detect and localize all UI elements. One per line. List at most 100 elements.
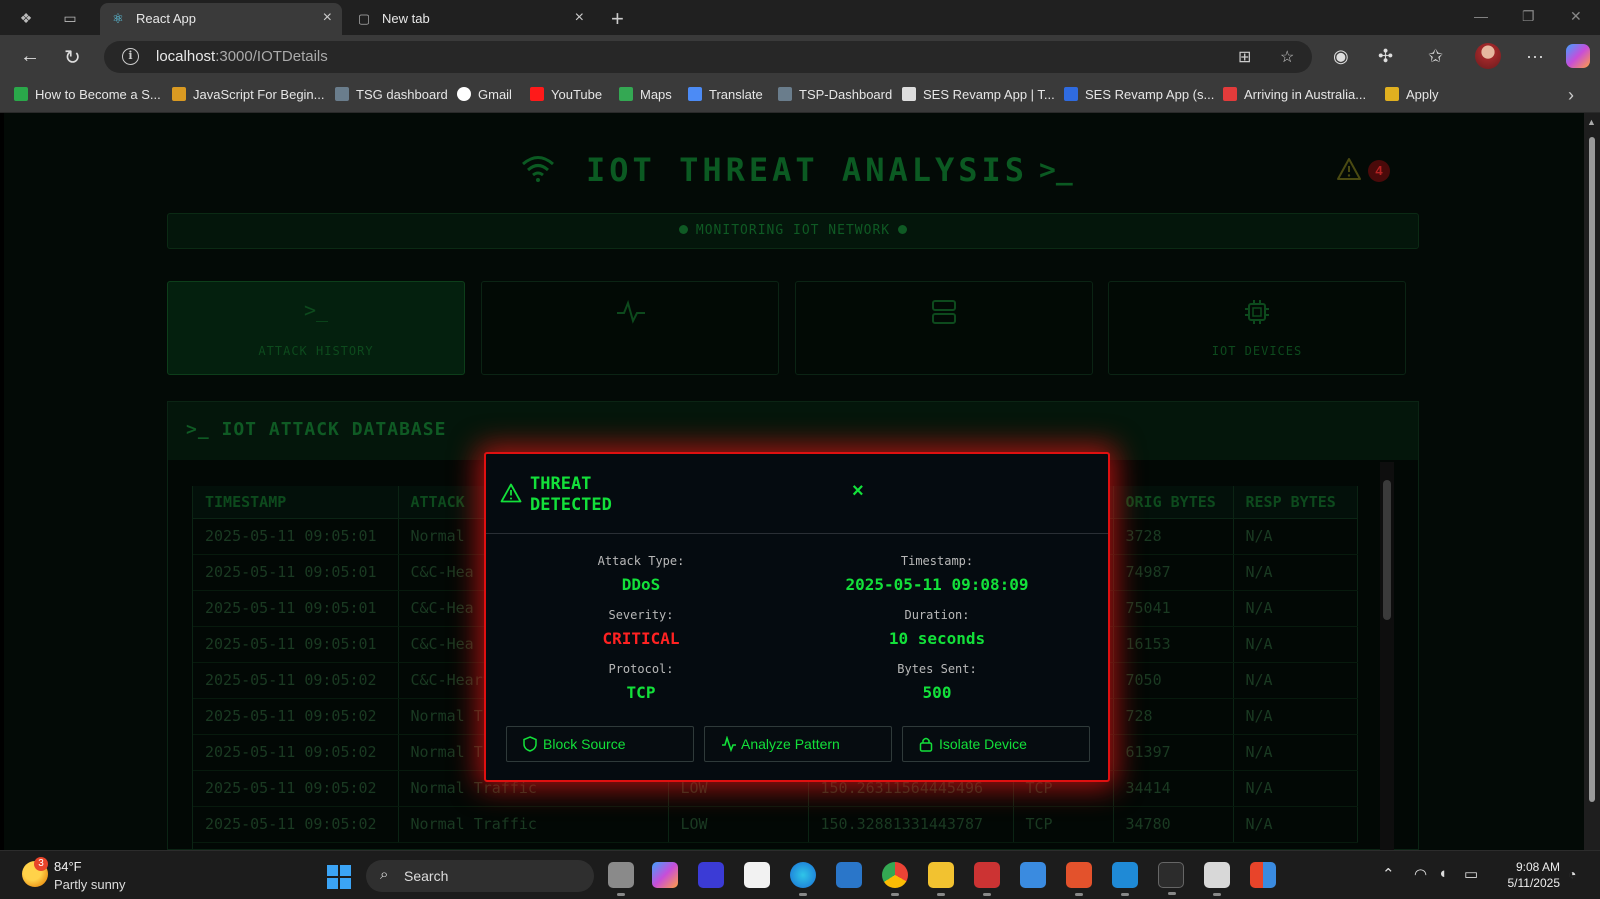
nav-card-attack-history[interactable]: >_ ATTACK HISTORY <box>167 281 465 375</box>
analyze-pattern-button[interactable]: Analyze Pattern <box>704 726 892 762</box>
bookmark-item[interactable]: Translate <box>688 87 763 102</box>
page-scrollbar[interactable]: ▲ <box>1584 113 1600 850</box>
close-window-icon[interactable]: ✕ <box>1570 8 1582 25</box>
favorites-icon[interactable]: ✩ <box>1428 46 1443 67</box>
column-header[interactable]: ORIG BYTES <box>1113 486 1234 519</box>
refresh-icon[interactable]: ↻ <box>64 45 81 70</box>
bookmark-item[interactable]: Maps <box>619 87 672 102</box>
block-source-button[interactable]: Block Source <box>506 726 694 762</box>
bookmark-item[interactable]: SES Revamp App | T... <box>902 87 1055 102</box>
site-info-icon[interactable]: i <box>122 48 139 65</box>
app-icon[interactable] <box>974 862 1000 896</box>
system-clock[interactable]: 9:08 AM 5/11/2025 <box>1494 859 1561 891</box>
tracking-icon[interactable]: ◉ <box>1333 46 1349 67</box>
app-icon[interactable] <box>1250 862 1276 888</box>
copilot-app-icon[interactable] <box>652 862 678 888</box>
office-icon[interactable] <box>1066 862 1092 896</box>
bookmark-item[interactable]: TSP-Dashboard <box>778 87 892 102</box>
chevron-right-icon[interactable]: › <box>1568 85 1574 106</box>
close-tab-icon[interactable]: × <box>323 9 332 27</box>
powerautomate-icon[interactable] <box>698 862 724 888</box>
tab-actions-icon[interactable]: ▭ <box>60 8 80 28</box>
file-explorer-icon[interactable] <box>928 862 954 896</box>
field-label: Attack Type: <box>597 554 685 568</box>
new-tab-button[interactable]: + <box>611 6 624 32</box>
bookmark-item[interactable]: SES Revamp App (s... <box>1064 87 1214 102</box>
bookmark-item[interactable]: Apply <box>1385 87 1439 102</box>
table-cell: 2025-05-11 09:05:02 <box>193 698 399 735</box>
scroll-up-icon[interactable]: ▲ <box>1587 117 1596 127</box>
vscode-icon[interactable] <box>1112 862 1138 896</box>
bookmark-item[interactable]: Arriving in Australia... <box>1223 87 1366 102</box>
table-cell: 2025-05-11 09:05:01 <box>193 554 399 591</box>
column-header[interactable]: TIMESTAMP <box>193 486 399 519</box>
table-cell: N/A <box>1233 806 1358 843</box>
table-row[interactable]: 2025-05-11 09:05:02 Normal Traffic LOW 150.… <box>193 806 1358 843</box>
terminal-icon: >_ <box>303 298 329 322</box>
bookmark-label: Gmail <box>478 87 512 102</box>
tab-new-tab[interactable]: ▢ New tab × <box>346 3 594 35</box>
url-field[interactable]: i localhost:3000/IOTDetails ⊞ ☆ <box>104 41 1312 73</box>
more-menu-icon[interactable]: ··· <box>1526 46 1544 67</box>
field-label: Bytes Sent: <box>897 662 977 676</box>
nav-card-analysis[interactable] <box>481 281 779 375</box>
notification-icon[interactable]: ◔ <box>1568 866 1576 882</box>
task-view-icon[interactable] <box>608 862 634 896</box>
table-cell: 74987 <box>1113 554 1234 591</box>
profile-avatar[interactable] <box>1475 43 1501 69</box>
app-available-icon[interactable]: ⊞ <box>1238 47 1251 67</box>
warning-icon <box>500 483 522 503</box>
isolate-device-button[interactable]: Isolate Device <box>902 726 1090 762</box>
battery-icon[interactable]: ▭ <box>1464 865 1478 883</box>
bookmarks-bar: How to Become a S... JavaScript For Begi… <box>0 79 1600 113</box>
close-icon[interactable]: × <box>852 480 864 503</box>
tab-react-app[interactable]: ⚛ React App × <box>100 3 342 35</box>
start-button[interactable] <box>327 865 351 889</box>
url-text[interactable]: localhost:3000/IOTDetails <box>156 48 328 65</box>
bookmark-label: YouTube <box>551 87 603 102</box>
duration-field: Duration: 10 seconds <box>782 608 1092 648</box>
back-icon[interactable]: ← <box>20 45 40 68</box>
alert-triangle-icon[interactable] <box>1336 157 1362 181</box>
minimize-icon[interactable]: — <box>1474 8 1488 24</box>
nav-card-iot-devices[interactable]: IOT DEVICES <box>1108 281 1406 375</box>
workspaces-icon[interactable]: ❖ <box>16 8 36 28</box>
server-icon <box>932 300 956 324</box>
weather-description[interactable]: Partly sunny <box>54 877 126 892</box>
chevron-up-icon[interactable]: ⌃ <box>1382 865 1395 883</box>
table-cell: N/A <box>1233 554 1358 591</box>
taskbar-search[interactable]: ⌕ Search <box>366 860 594 892</box>
wifi-tray-icon[interactable]: ◠ <box>1414 865 1427 883</box>
app-icon[interactable] <box>1204 862 1230 896</box>
bookmark-item[interactable]: How to Become a S... <box>14 87 161 102</box>
extensions-icon[interactable]: ✣ <box>1378 46 1393 67</box>
table-scrollbar[interactable] <box>1380 462 1394 850</box>
weather-temperature[interactable]: 84°F <box>54 859 82 874</box>
terminal-app-icon[interactable] <box>1158 862 1184 895</box>
wifi-icon <box>522 156 554 182</box>
column-header[interactable]: RESP BYTES <box>1233 486 1358 519</box>
favorite-star-icon[interactable]: ☆ <box>1280 47 1294 67</box>
scrollbar-thumb[interactable] <box>1589 137 1595 802</box>
restore-icon[interactable]: ❐ <box>1522 8 1535 25</box>
close-tab-icon[interactable]: × <box>575 9 584 27</box>
store-icon[interactable] <box>744 862 770 888</box>
chrome-icon[interactable] <box>882 862 908 896</box>
nav-card-network[interactable] <box>795 281 1093 375</box>
photos-icon[interactable] <box>836 862 862 888</box>
field-label: Protocol: <box>608 662 674 676</box>
table-cell: 150.32881331443787 <box>808 806 1014 843</box>
bookmark-item[interactable]: YouTube <box>530 87 602 102</box>
copilot-icon[interactable] <box>1566 44 1590 68</box>
bookmark-item[interactable]: Gmail <box>457 87 512 102</box>
edge-icon[interactable] <box>790 862 816 896</box>
volume-icon[interactable]: ◖ <box>1438 865 1447 882</box>
modal-header: THREAT DETECTED × <box>486 454 1108 534</box>
scrollbar-thumb[interactable] <box>1383 480 1391 620</box>
bookmark-item[interactable]: JavaScript For Begin... <box>172 87 325 102</box>
modal-title: THREAT DETECTED <box>530 474 612 515</box>
table-cell: N/A <box>1233 698 1358 735</box>
clock-date: 5/11/2025 <box>1507 876 1561 890</box>
paint-icon[interactable] <box>1020 862 1046 888</box>
bookmark-item[interactable]: TSG dashboard <box>335 87 448 102</box>
